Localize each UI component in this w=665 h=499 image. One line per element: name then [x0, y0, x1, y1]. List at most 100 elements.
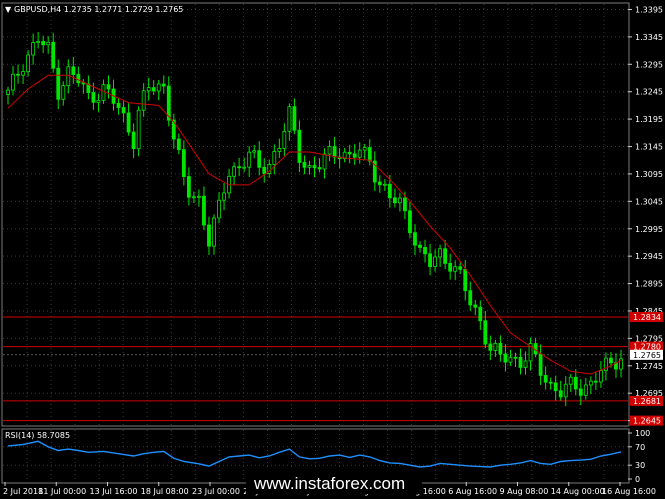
candle-body: [413, 232, 417, 246]
candle-body: [207, 224, 211, 247]
level-label: 1.2681: [633, 397, 661, 406]
price-tick-label: 1.2995: [635, 225, 663, 234]
candle-body: [6, 89, 10, 95]
candle-body: [116, 102, 121, 108]
chart-background: [0, 0, 665, 499]
candle-body: [513, 356, 518, 359]
candle-body: [31, 42, 36, 56]
candle-body: [277, 148, 282, 152]
candle-body: [493, 343, 498, 351]
candle-body: [282, 130, 287, 149]
candle-body: [292, 106, 297, 131]
candle-body: [222, 192, 226, 201]
candle-body: [307, 165, 312, 168]
candle-body: [156, 83, 161, 92]
time-tick-label: 11 Jul 00:00: [38, 487, 86, 496]
candle-body: [181, 149, 186, 177]
candle-body: [317, 167, 322, 170]
candle-body: [392, 197, 397, 204]
candle-body: [573, 376, 578, 390]
price-tick-label: 1.3045: [635, 197, 663, 206]
rsi-tick-label: 0: [635, 475, 640, 484]
candle-body: [202, 195, 206, 226]
candle-body: [503, 353, 508, 363]
candle-body: [423, 247, 427, 255]
candle-body: [448, 262, 453, 272]
rsi-label: RSI(14) 58.7085: [5, 431, 70, 440]
trading-chart[interactable]: ▼ GBPUSD,H4 1.2735 1.2771 1.2729 1.2765 …: [0, 0, 665, 499]
candle-body: [543, 375, 548, 383]
price-tick-label: 1.3245: [635, 88, 663, 97]
candle-body: [332, 146, 337, 158]
candle-body: [21, 71, 25, 76]
candle-body: [242, 166, 247, 169]
candle-body: [599, 370, 603, 383]
candle-body: [377, 181, 382, 186]
rsi-tick-label: 100: [635, 429, 650, 438]
candle-body: [217, 199, 221, 219]
candle-body: [41, 41, 46, 46]
level-label: 1.2834: [633, 313, 661, 322]
candle-body: [488, 343, 493, 351]
candle-body: [136, 109, 141, 150]
time-tick-label: 14 Aug 00:00: [551, 487, 605, 496]
candle-body: [51, 41, 56, 69]
candle-body: [453, 266, 458, 272]
candle-body: [593, 380, 598, 383]
candle-body: [438, 248, 443, 258]
candle-body: [46, 41, 51, 46]
time-tick-label: 13 Jul 16:00: [90, 487, 138, 496]
candle-body: [558, 390, 563, 398]
candle-body: [403, 197, 407, 212]
candle-body: [76, 74, 81, 84]
candle-body: [498, 343, 503, 355]
candle-body: [428, 253, 432, 267]
candle-body: [121, 107, 126, 114]
candle-body: [141, 90, 146, 111]
candle-body: [483, 320, 488, 345]
level-label: 1.2645: [633, 417, 661, 426]
candle-body: [161, 83, 166, 87]
candle-body: [287, 106, 292, 132]
candle-body: [458, 266, 463, 270]
candle-body: [473, 304, 478, 308]
candle-body: [588, 380, 593, 386]
candle-body: [362, 147, 367, 151]
price-tick-label: 1.3195: [635, 115, 663, 124]
candle-body: [56, 67, 61, 100]
candle-body: [443, 248, 448, 264]
candle-body: [538, 353, 543, 376]
candle-body: [11, 73, 15, 91]
candle-body: [257, 150, 262, 168]
candle-body: [463, 268, 468, 292]
price-tick-label: 1.3345: [635, 33, 663, 42]
candle-body: [302, 162, 307, 168]
candle-body: [347, 151, 352, 155]
time-tick-label: 18 Jul 08:00: [141, 487, 189, 496]
candle-body: [312, 165, 317, 169]
candle-body: [357, 149, 362, 158]
candle-body: [36, 41, 41, 44]
candle-body: [176, 138, 181, 151]
candle-body: [518, 357, 523, 368]
candle-body: [327, 146, 332, 155]
candle-body: [553, 382, 558, 392]
candle-body: [192, 196, 196, 199]
candle-body: [297, 129, 302, 163]
current-price-label: 1.2765: [633, 351, 661, 360]
price-tick-label: 1.2745: [635, 362, 663, 371]
dropdown-icon[interactable]: ▼: [5, 5, 12, 14]
candle-body: [583, 384, 588, 396]
candle-body: [398, 197, 402, 204]
candle-body: [478, 306, 483, 322]
symbol-header: GBPUSD,H4 1.2735 1.2771 1.2729 1.2765: [14, 5, 183, 14]
candle-body: [563, 383, 568, 398]
time-tick-label: 9 Aug 08:00: [500, 487, 549, 496]
time-tick-label: 16 Aug 16:00: [602, 487, 656, 496]
candle-body: [433, 256, 437, 267]
time-tick-label: 23 Jul 00:00: [192, 487, 240, 496]
candle-body: [237, 166, 242, 169]
candle-body: [468, 290, 473, 306]
candle-body: [26, 54, 30, 73]
time-tick-label: 6 Aug 16:00: [448, 487, 497, 496]
